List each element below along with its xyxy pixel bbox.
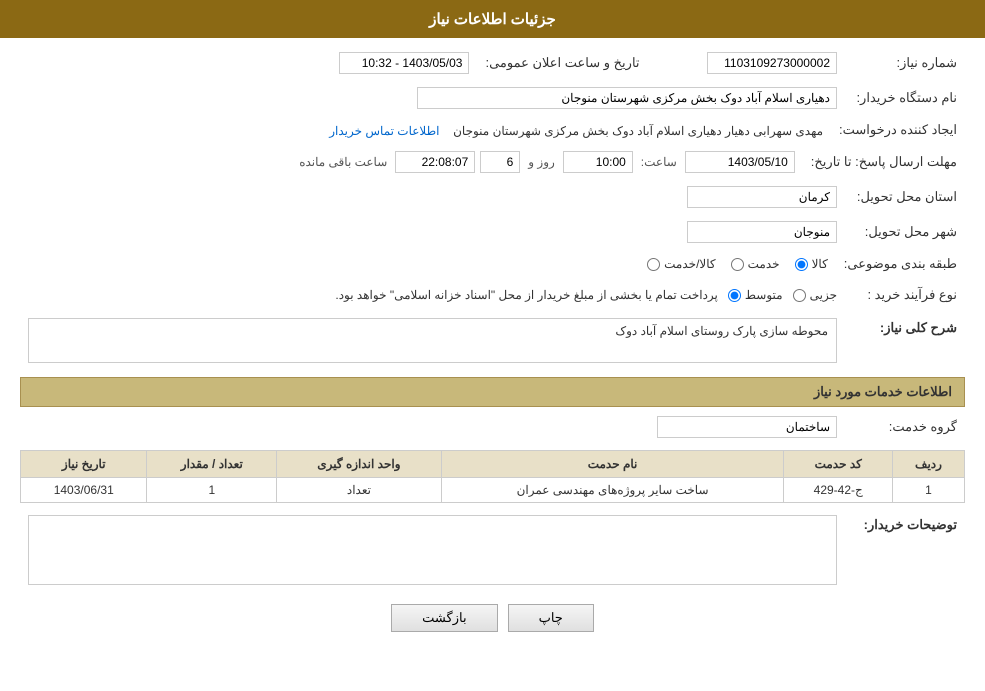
- city-value: [93, 217, 845, 247]
- info-table-row5: استان محل تحویل:: [20, 182, 965, 212]
- category-option-1[interactable]: کالا: [795, 257, 828, 271]
- col-header-name: نام حدمت: [441, 451, 784, 478]
- cell-code: ج-42-429: [784, 478, 893, 503]
- request-number-input[interactable]: [707, 52, 837, 74]
- category-options: کالا خدمت کالا/خدمت: [81, 252, 835, 276]
- deadline-date-input[interactable]: [685, 151, 795, 173]
- city-label: شهر محل تحویل:: [845, 217, 965, 247]
- deadline-time-input[interactable]: [563, 151, 633, 173]
- buyer-desc-value: [20, 511, 845, 589]
- info-table-buyer-desc: توضیحات خریدار:: [20, 511, 965, 589]
- deadline-fields: ساعت: روز و ساعت باقی مانده: [20, 147, 803, 177]
- info-table-row4: مهلت ارسال پاسخ: تا تاریخ: ساعت: روز و س…: [20, 147, 965, 177]
- purchase-option-2[interactable]: متوسط: [728, 288, 783, 302]
- category-radio-2[interactable]: [731, 258, 744, 271]
- deadline-days-label: روز و: [528, 155, 555, 169]
- page-header: جزئیات اطلاعات نیاز: [0, 0, 985, 38]
- btn-print[interactable]: چاپ: [508, 604, 594, 632]
- deadline-remaining-input[interactable]: [395, 151, 475, 173]
- header-title: جزئیات اطلاعات نیاز: [429, 11, 556, 28]
- col-header-code: کد حدمت: [784, 451, 893, 478]
- info-table-row7: طبقه بندی موضوعی: کالا خدمت کالا/خدمت: [20, 252, 965, 276]
- deadline-remaining-label: ساعت باقی مانده: [299, 155, 387, 169]
- deadline-days-input[interactable]: [480, 151, 520, 173]
- col-header-date: تاریخ نیاز: [21, 451, 147, 478]
- col-header-unit: واحد اندازه گیری: [277, 451, 441, 478]
- category-radio-3[interactable]: [647, 258, 660, 271]
- province-value: [93, 182, 845, 212]
- purchase-type-label: نوع فرآیند خرید :: [845, 281, 965, 309]
- creator-value: مهدی سهرابی دهیار دهیاری اسلام آباد دوک …: [20, 118, 831, 142]
- description-label: شرح کلی نیاز:: [845, 314, 965, 367]
- services-section-header: اطلاعات خدمات مورد نیاز: [20, 377, 965, 407]
- creator-text: مهدی سهرابی دهیار دهیاری اسلام آباد دوک …: [453, 124, 823, 138]
- purchase-label-1: جزیی: [810, 288, 837, 302]
- org-name-value: [49, 83, 845, 113]
- request-number-label: شماره نیاز:: [845, 48, 965, 78]
- description-label-text: شرح کلی نیاز:: [880, 320, 957, 335]
- deadline-time-label: ساعت:: [641, 155, 677, 169]
- col-header-qty: تعداد / مقدار: [147, 451, 277, 478]
- category-label-2: خدمت: [748, 257, 780, 271]
- page-container: جزئیات اطلاعات نیاز شماره نیاز: تاریخ و …: [0, 0, 985, 691]
- category-radio-1[interactable]: [795, 258, 808, 271]
- info-table-row2: نام دستگاه خریدار:: [20, 83, 965, 113]
- table-row: 1 ج-42-429 ساخت سایر پروژه‌های مهندسی عم…: [21, 478, 965, 503]
- service-group-input[interactable]: [657, 416, 837, 438]
- cell-row: 1: [892, 478, 964, 503]
- announce-date-value: [320, 48, 477, 78]
- cell-date: 1403/06/31: [21, 478, 147, 503]
- service-group-label: گروه خدمت:: [845, 412, 965, 442]
- info-table-row6: شهر محل تحویل:: [20, 217, 965, 247]
- services-table: ردیف کد حدمت نام حدمت واحد اندازه گیری ت…: [20, 450, 965, 503]
- category-option-3[interactable]: کالا/خدمت: [647, 257, 715, 271]
- city-input[interactable]: [687, 221, 837, 243]
- purchase-note: پرداخت تمام یا بخشی از مبلغ خریدار از مح…: [335, 288, 718, 302]
- cell-unit: تعداد: [277, 478, 441, 503]
- content-area: شماره نیاز: تاریخ و ساعت اعلان عمومی: نا…: [0, 38, 985, 642]
- cell-qty: 1: [147, 478, 277, 503]
- category-label: طبقه بندی موضوعی:: [836, 252, 965, 276]
- purchase-radio-2[interactable]: [728, 289, 741, 302]
- purchase-option-1[interactable]: جزیی: [793, 288, 837, 302]
- org-name-label: نام دستگاه خریدار:: [845, 83, 965, 113]
- category-label-1: کالا: [812, 257, 828, 271]
- province-input[interactable]: [687, 186, 837, 208]
- description-value: محوطه سازی پارک روستای اسلام آباد دوک: [20, 314, 845, 367]
- buyer-desc-label: توضیحات خریدار:: [845, 511, 965, 589]
- buyer-desc-label-text: توضیحات خریدار:: [864, 517, 957, 532]
- cell-name: ساخت سایر پروژه‌های مهندسی عمران: [441, 478, 784, 503]
- contact-link[interactable]: اطلاعات تماس خریدار: [329, 124, 439, 138]
- category-option-2[interactable]: خدمت: [731, 257, 780, 271]
- info-table-service-group: گروه خدمت:: [20, 412, 965, 442]
- service-group-value: [20, 412, 845, 442]
- info-table-desc: شرح کلی نیاز: محوطه سازی پارک روستای اسل…: [20, 314, 965, 367]
- announce-date-input[interactable]: [339, 52, 469, 74]
- button-bar: چاپ بازگشت: [20, 604, 965, 632]
- info-table-row1: شماره نیاز: تاریخ و ساعت اعلان عمومی:: [20, 48, 965, 78]
- request-number-value: [688, 48, 845, 78]
- buyer-desc-box: [28, 515, 837, 585]
- province-label: استان محل تحویل:: [845, 182, 965, 212]
- announce-date-label: تاریخ و ساعت اعلان عمومی:: [477, 48, 647, 78]
- deadline-label: مهلت ارسال پاسخ: تا تاریخ:: [803, 147, 965, 177]
- col-header-row: ردیف: [892, 451, 964, 478]
- purchase-options: جزیی متوسط پرداخت تمام یا بخشی از مبلغ خ…: [20, 281, 845, 309]
- info-table-row3: ایجاد کننده درخواست: مهدی سهرابی دهیار د…: [20, 118, 965, 142]
- org-name-input[interactable]: [417, 87, 837, 109]
- purchase-radio-1[interactable]: [793, 289, 806, 302]
- btn-back[interactable]: بازگشت: [391, 604, 497, 632]
- creator-label: ایجاد کننده درخواست:: [831, 118, 965, 142]
- purchase-label-2: متوسط: [745, 288, 783, 302]
- description-text: محوطه سازی پارک روستای اسلام آباد دوک: [28, 318, 837, 363]
- info-table-row8: نوع فرآیند خرید : جزیی متوسط پرداخت تمام…: [20, 281, 965, 309]
- category-label-3: کالا/خدمت: [664, 257, 715, 271]
